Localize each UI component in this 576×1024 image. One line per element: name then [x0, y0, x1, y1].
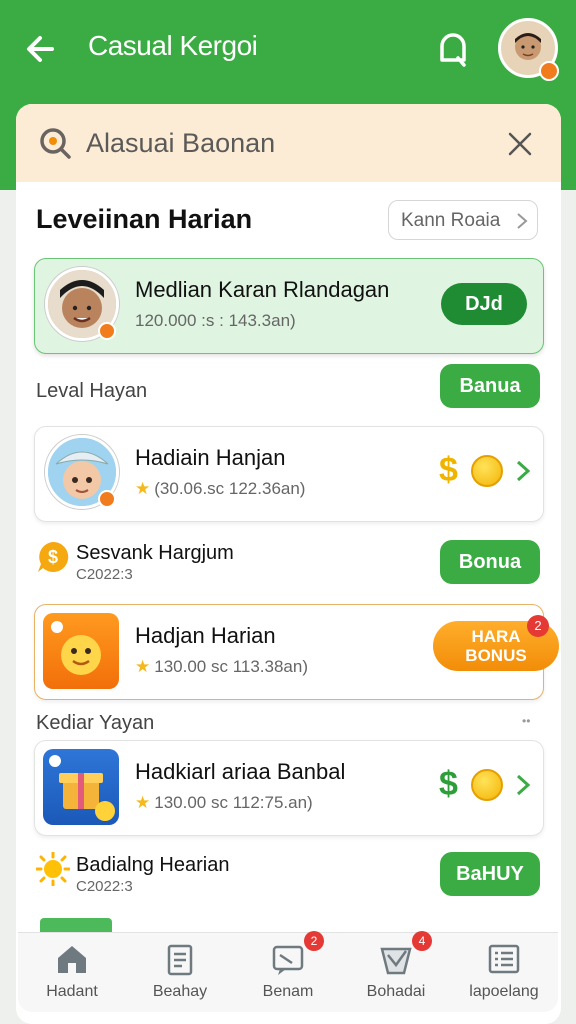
main-card: Alasuai Baonan Leveiinan Harian Kann Roa… [16, 104, 561, 1024]
app-title: Casual Kergoi [88, 30, 258, 61]
sun-character-icon [51, 621, 101, 675]
avatar [43, 613, 119, 689]
list-item[interactable]: Hadjan Harian ★ 130.00 sc 113.38an) HARA … [34, 604, 559, 700]
star-icon: ★ [135, 657, 151, 676]
profile-avatar[interactable] [498, 18, 559, 81]
home-icon [58, 946, 86, 973]
coin-icon [471, 769, 503, 801]
star-icon: ★ [135, 479, 151, 498]
notification-badge: 4 [412, 931, 432, 951]
claim-button[interactable]: DJd [441, 283, 527, 325]
item-title: Hadjan Harian [135, 623, 276, 648]
chat-icon [272, 945, 304, 975]
search-icon [40, 128, 71, 159]
filter-dropdown[interactable]: Kann Roaia [388, 200, 538, 240]
item-subtitle: 120.000 :s : 143.3an) [135, 311, 296, 330]
level-badge [98, 490, 116, 508]
search-bar[interactable]: Alasuai Baonan [16, 104, 561, 182]
tab-label: Beahay [152, 983, 208, 1000]
item-subtitle-text: (30.06.sc 122.36an) [154, 479, 306, 498]
document-icon [167, 944, 193, 976]
tab-label: Hadant [46, 983, 98, 1000]
chevron-right-icon[interactable] [513, 773, 533, 797]
item-title: Hadiain Hanjan [135, 445, 286, 470]
filter-label: Kann Roaia [401, 210, 501, 231]
tab-label: Benam [262, 983, 314, 1000]
tab-beahay[interactable]: Beahay [126, 933, 234, 1013]
tab-bohadai[interactable]: 4 Bohadai [342, 931, 450, 1013]
tab-benam[interactable]: 2 Benam [234, 931, 342, 1013]
search-input[interactable]: Alasuai Baonan [86, 128, 275, 159]
list-icon [488, 944, 520, 974]
item-code: C2022:3 [76, 878, 133, 895]
tab-lapoelang[interactable]: lapoelang [450, 933, 558, 1013]
tab-label: lapoelang [469, 983, 539, 1000]
chevron-right-icon [517, 213, 528, 229]
notification-bell-icon[interactable] [432, 28, 474, 70]
bonus-button[interactable]: Bonua [440, 540, 540, 584]
star-icon: ★ [135, 793, 151, 812]
coin-chat-icon: $ [38, 541, 69, 572]
group-heading: Kediar Yayan [36, 712, 155, 734]
list-item[interactable]: Hadiain Hanjan ★ (30.06.sc 122.36an) $ [34, 426, 544, 522]
avatar [43, 749, 119, 825]
group-heading: Leval Hayan [36, 380, 148, 402]
section-title: Leveiinan Harian [36, 204, 253, 234]
status-badge [539, 61, 559, 81]
bonus-button[interactable]: BaHUY [440, 852, 540, 896]
notification-badge: 2 [304, 931, 324, 951]
item-title: Sesvank Hargjum [76, 542, 234, 564]
coin-icon [471, 455, 503, 487]
dollar-icon: $ [439, 765, 458, 803]
bonus-line-2: BONUS [465, 646, 527, 665]
bottom-tab-bar: Hadant Beahay 2 Benam 4 Bohadai lapoelan… [18, 931, 558, 1013]
back-arrow-icon[interactable] [22, 28, 64, 70]
item-subtitle: ★ 130.00 sc 113.38an) [135, 657, 308, 677]
more-dots-icon[interactable]: •• [522, 714, 530, 728]
gift-box-icon [49, 755, 115, 821]
tab-home[interactable]: Hadant [18, 933, 126, 1013]
tab-label: Bohadai [366, 983, 426, 1000]
dollar-icon: $ [439, 451, 458, 489]
list-item[interactable]: Hadkiarl ariaa Banbal ★ 130.00 sc 112:75.… [34, 740, 544, 836]
avatar [45, 435, 119, 509]
item-subtitle-text: 130.00 sc 113.38an) [154, 657, 308, 676]
level-badge [98, 322, 116, 340]
avatar [45, 267, 119, 341]
chevron-right-icon[interactable] [513, 459, 533, 483]
bonus-button[interactable]: Banua [440, 364, 540, 408]
notification-badge: 2 [527, 615, 549, 637]
item-subtitle-text: 130.00 sc 112:75.an) [154, 793, 313, 812]
item-subtitle: ★ 130.00 sc 112:75.an) [135, 793, 313, 813]
close-icon[interactable] [506, 130, 534, 158]
item-title: Medlian Karan Rlandagan [135, 277, 390, 302]
item-code: C2022:3 [76, 566, 133, 583]
svg-text:$: $ [48, 547, 58, 567]
highlighted-list-item[interactable]: Medlian Karan Rlandagan 120.000 :s : 143… [34, 258, 544, 354]
item-title: Badialng Hearian [76, 854, 230, 876]
sun-icon [36, 852, 70, 886]
item-subtitle: ★ (30.06.sc 122.36an) [135, 479, 305, 499]
inbox-icon [380, 947, 412, 975]
item-title: Hadkiarl ariaa Banbal [135, 759, 346, 784]
